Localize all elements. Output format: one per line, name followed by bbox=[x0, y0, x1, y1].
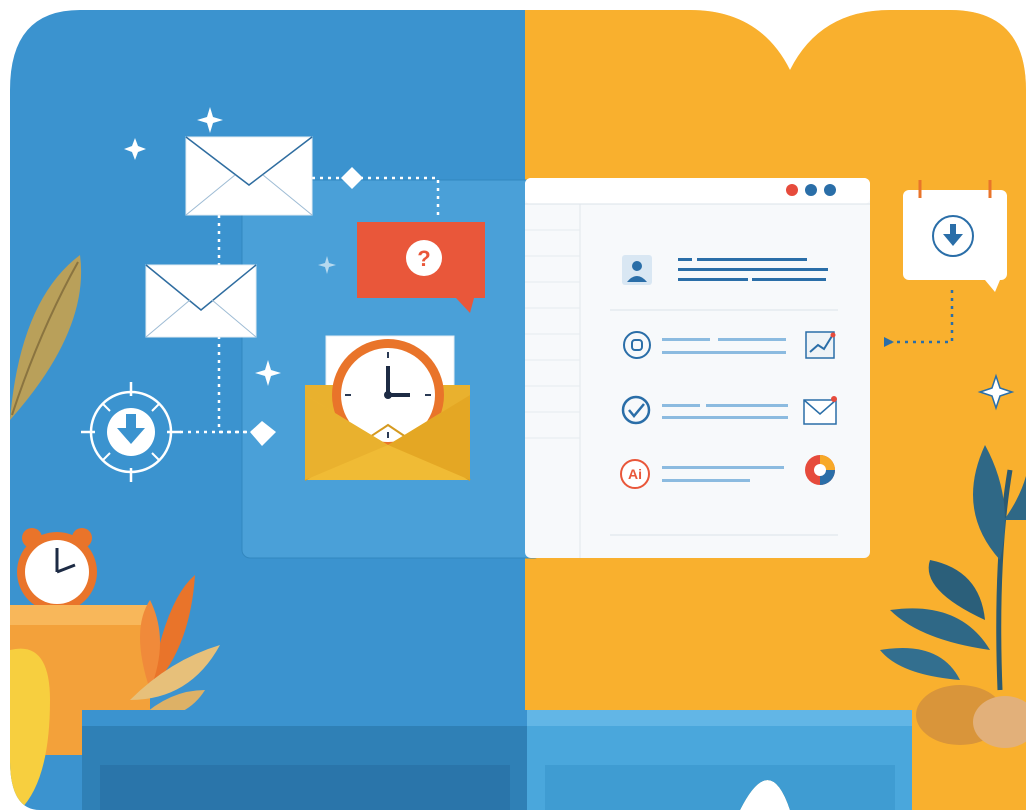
desk bbox=[82, 710, 912, 810]
window-dot-red[interactable] bbox=[786, 184, 798, 196]
window-dot-blue[interactable] bbox=[805, 184, 817, 196]
envelope-icon[interactable] bbox=[185, 136, 313, 216]
pie-chart-icon[interactable] bbox=[805, 455, 835, 485]
question-mark: ? bbox=[417, 246, 430, 271]
alarm-clock-icon bbox=[17, 528, 97, 612]
mail-icon[interactable] bbox=[803, 396, 837, 425]
chart-check-icon[interactable] bbox=[805, 331, 836, 359]
illustration-canvas: Ai ? bbox=[10, 10, 1026, 810]
envelope-icon-2[interactable] bbox=[145, 264, 257, 338]
clock-envelope-icon[interactable] bbox=[304, 335, 471, 481]
ai-badge-label: Ai bbox=[628, 466, 642, 482]
app-window: Ai bbox=[525, 178, 870, 558]
calendar-download-icon[interactable] bbox=[903, 180, 1007, 292]
window-dot-blue-2[interactable] bbox=[824, 184, 836, 196]
